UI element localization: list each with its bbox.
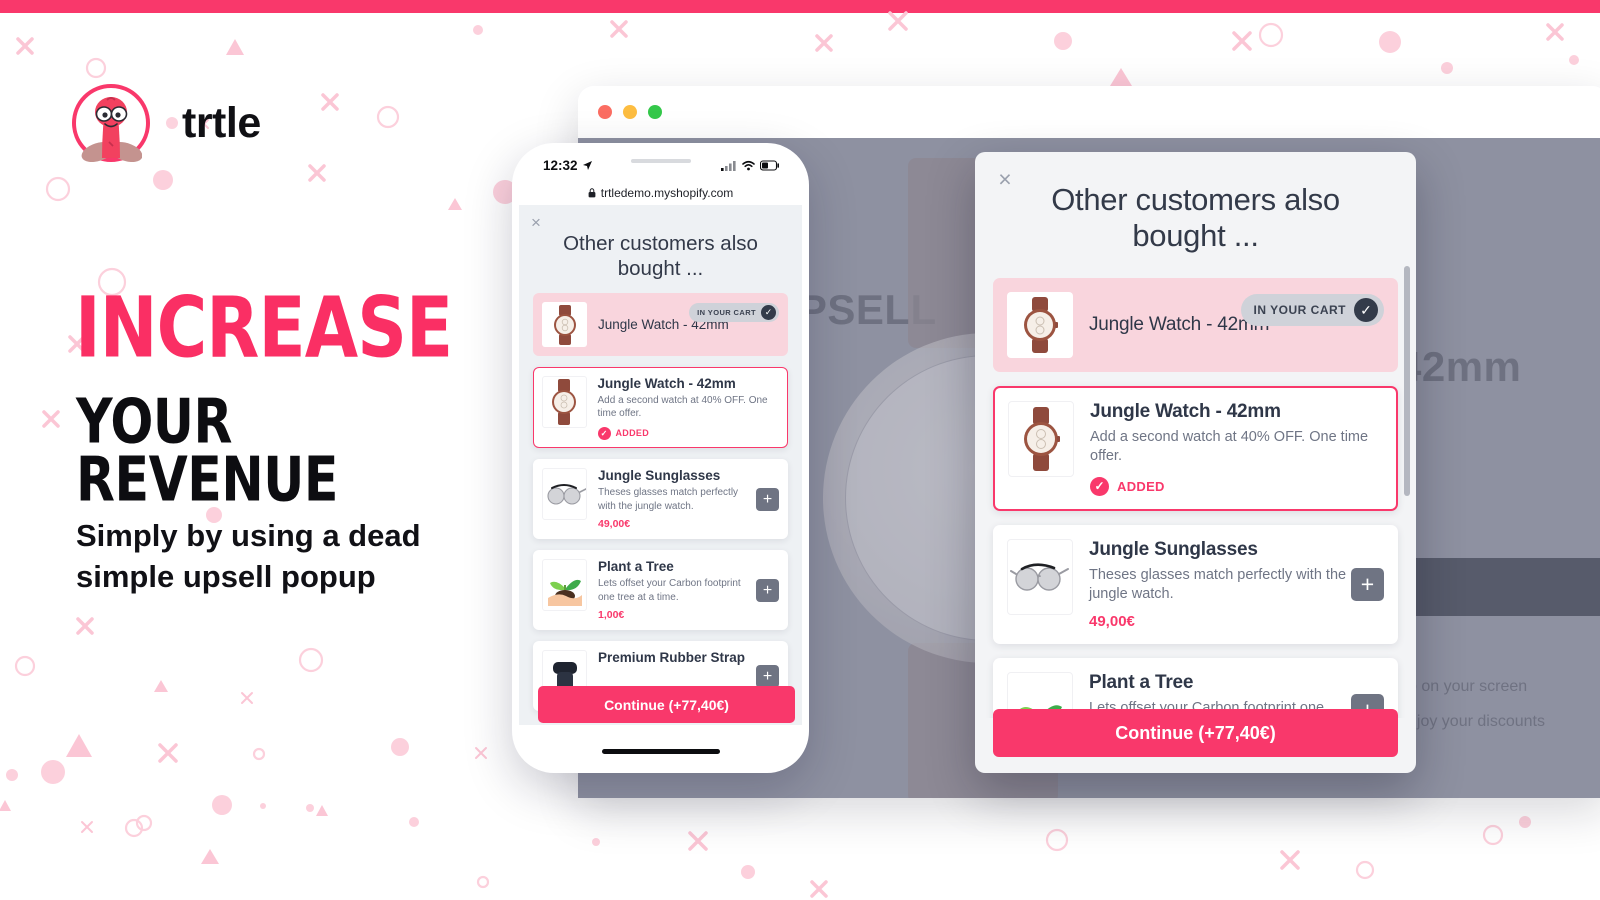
product-name: Jungle Sunglasses [1089, 538, 1258, 560]
background-add-to-cart-button[interactable] [1408, 558, 1600, 616]
page-root: trtle INCREASE YOUR REVENUE Simply by us… [0, 0, 1600, 900]
popup-scrollbar[interactable] [1404, 266, 1410, 496]
lock-icon [588, 187, 596, 197]
seedling-icon [542, 559, 587, 612]
product-card[interactable]: Plant a Tree Lets offset your Carbon foo… [533, 550, 788, 631]
browser-titlebar [578, 86, 1600, 138]
added-label: ADDED [615, 428, 650, 439]
product-card-added[interactable]: Jungle Watch - 42mm Add a second watch a… [533, 367, 788, 449]
popup-title: Other customers also bought ... [1051, 182, 1340, 253]
brand-dot-icon [166, 117, 178, 129]
product-info: Jungle Watch - 42mm Add a second watch a… [587, 376, 780, 440]
minimize-window-icon[interactable] [623, 105, 637, 119]
wifi-icon [742, 160, 755, 170]
location-arrow-icon [582, 160, 592, 170]
desktop-upsell-popup: × Other customers also bought ... Jungle… [975, 152, 1416, 773]
product-name: Plant a Tree [598, 559, 674, 575]
product-card[interactable]: Jungle Sunglasses Theses glasses match p… [993, 524, 1398, 645]
product-price: 49,00€ [1089, 613, 1135, 631]
phone-mockup: 12:32 trtledemo.myshopify.com × Other cu… [512, 143, 809, 773]
notch-pill [630, 159, 691, 163]
maximize-window-icon[interactable] [648, 105, 662, 119]
added-status: ✓ ADDED [1090, 476, 1383, 496]
product-description: Theses glasses match perfectly with the … [598, 487, 739, 512]
status-indicators [721, 159, 780, 171]
product-card-in-cart: Jungle Watch - 42mm IN YOUR CART ✓ [993, 278, 1398, 372]
phone-url-text: trtledemo.myshopify.com [600, 185, 734, 200]
check-icon: ✓ [761, 305, 776, 321]
continue-button[interactable]: Continue (+77,40€) [993, 709, 1398, 757]
product-card-added[interactable]: Jungle Watch - 42mm Add a second watch a… [993, 386, 1398, 511]
popup-title: Other customers also bought ... [563, 232, 758, 280]
watch-icon [1007, 292, 1073, 358]
check-icon: ✓ [1354, 298, 1378, 322]
product-info: Jungle Sunglasses Theses glasses match p… [587, 468, 756, 530]
in-cart-badge: IN YOUR CART ✓ [1240, 294, 1384, 326]
in-cart-label: IN YOUR CART [697, 308, 756, 318]
product-description: Add a second watch at 40% OFF. One time … [597, 394, 768, 420]
background-line-1: p on your screen [1408, 678, 1528, 695]
cellular-signal-icon [721, 160, 736, 171]
add-product-button[interactable]: + [756, 664, 779, 688]
brand-lockup: trtle [72, 84, 261, 163]
sunglasses-icon [542, 468, 587, 521]
battery-icon [760, 159, 779, 171]
check-icon: ✓ [597, 426, 611, 440]
continue-button[interactable]: Continue (+77,40€) [538, 686, 795, 723]
brand-name: trtle [182, 98, 261, 147]
product-info: Jungle Sunglasses Theses glasses match p… [1073, 539, 1351, 631]
in-cart-label: IN YOUR CART [1253, 303, 1346, 317]
added-label: ADDED [1117, 478, 1165, 494]
status-time: 12:32 [543, 157, 578, 173]
close-icon[interactable]: × [531, 213, 541, 233]
close-window-icon[interactable] [598, 105, 612, 119]
sunglasses-icon [1007, 538, 1073, 615]
popup-product-list: Jungle Watch - 42mm IN YOUR CART ✓ Jungl… [975, 278, 1416, 718]
phone-status-bar: 12:32 [519, 150, 802, 180]
added-status: ✓ ADDED [597, 426, 780, 440]
add-product-button[interactable]: + [756, 487, 779, 511]
watch-icon [542, 302, 587, 348]
product-description: Lets offset your Carbon footprint one tr… [598, 578, 741, 603]
product-info: Plant a Tree Lets offset your Carbon foo… [587, 559, 756, 621]
background-line-2: njoy your discounts [1408, 713, 1545, 730]
popup-product-list: Jungle Watch - 42mm IN YOUR CART ✓ Jungl… [519, 281, 802, 712]
check-icon: ✓ [1090, 476, 1109, 496]
status-time-group: 12:32 [543, 158, 593, 173]
headline-primary: INCREASE [75, 277, 453, 377]
product-price: 49,00€ [598, 518, 631, 531]
product-info: Premium Rubber Strap [587, 650, 756, 665]
home-indicator [601, 749, 720, 754]
close-icon[interactable]: × [992, 166, 1018, 192]
product-price: 1,00€ [598, 609, 625, 622]
product-description: Add a second watch at 40% OFF. One time … [1090, 429, 1369, 465]
product-info: Jungle Watch - 42mm Add a second watch a… [1074, 401, 1383, 496]
product-description: Theses glasses match perfectly with the … [1089, 566, 1347, 602]
product-name: Jungle Watch - 42mm [1090, 401, 1281, 422]
add-product-button[interactable]: + [1351, 567, 1384, 601]
add-product-button[interactable]: + [756, 578, 779, 602]
product-name: Premium Rubber Strap [598, 650, 746, 666]
product-name: Jungle Sunglasses [598, 468, 721, 484]
product-card[interactable]: Jungle Sunglasses Theses glasses match p… [533, 459, 788, 540]
headline-secondary: YOUR REVENUE [76, 385, 339, 516]
product-name: Jungle Watch - 42mm [597, 375, 736, 391]
hero-subheading: Simply by using a dead simple upsell pop… [76, 518, 421, 595]
phone-url-bar[interactable]: trtledemo.myshopify.com [519, 180, 802, 205]
marketing-column: trtle INCREASE YOUR REVENUE Simply by us… [0, 0, 520, 900]
product-card-in-cart: Jungle Watch - 42mm IN YOUR CART ✓ [533, 293, 788, 357]
in-cart-badge: IN YOUR CART ✓ [689, 303, 779, 323]
phone-upsell-popup: × Other customers also bought ... Jungle… [519, 205, 802, 725]
phone-screen: 12:32 trtledemo.myshopify.com × Other cu… [519, 150, 802, 766]
background-title-right: 42mm [1398, 343, 1522, 390]
watch-icon [541, 375, 587, 428]
product-name: Plant a Tree [1089, 672, 1194, 694]
watch-icon [1008, 401, 1074, 477]
turtle-mascot-icon [72, 84, 150, 163]
